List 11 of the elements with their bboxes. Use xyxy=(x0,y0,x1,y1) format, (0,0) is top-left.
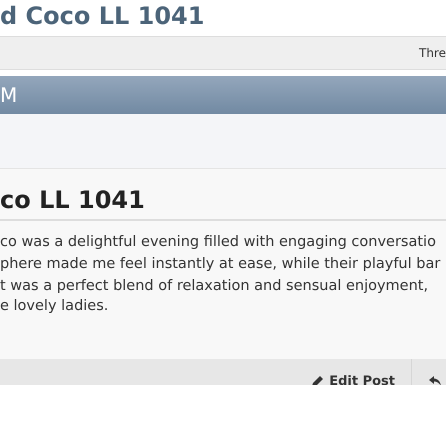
post-text-line: e lovely ladies. xyxy=(0,297,110,315)
edit-button[interactable]: Edit Post xyxy=(307,373,399,385)
reply-arrow-icon xyxy=(428,375,442,385)
post-text-line: co was a delightful evening filled with engaging conversatio xyxy=(0,233,437,252)
post-text-line: t was a perfect blend of relaxation and sensual enjoyment, xyxy=(0,277,430,296)
post-text-line: phere made me feel instantly at ease, while their playful bar xyxy=(0,255,442,274)
page-title: d Coco LL 1041 xyxy=(0,1,206,32)
pencil-icon xyxy=(311,375,326,385)
section-title: M xyxy=(0,83,18,107)
post-title: co LL 1041 xyxy=(0,185,146,215)
thread-tools-link[interactable]: Thre xyxy=(419,46,446,60)
